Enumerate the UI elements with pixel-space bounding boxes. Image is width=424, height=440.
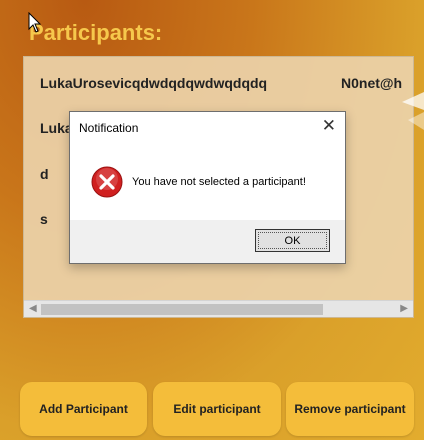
scrollbar-thumb[interactable]: [41, 304, 323, 315]
dialog-title: Notification: [79, 121, 139, 135]
participant-row-name[interactable]: d: [40, 166, 49, 182]
scroll-right-icon[interactable]: ▶: [400, 303, 408, 314]
ok-button[interactable]: OK: [255, 229, 330, 252]
remove-participant-button[interactable]: Remove participant: [286, 382, 414, 436]
light-glare-decoration: [402, 92, 424, 130]
dialog-footer: OK: [70, 220, 345, 263]
add-participant-button[interactable]: Add Participant: [20, 382, 147, 436]
close-icon[interactable]: ✕: [322, 117, 336, 134]
participant-row-name[interactable]: Luka: [40, 120, 73, 136]
horizontal-scrollbar[interactable]: ◀ ▶: [24, 300, 413, 317]
participant-row-name[interactable]: s: [40, 211, 48, 227]
error-icon: [91, 166, 123, 198]
mouse-pointer-icon: [28, 12, 42, 33]
participant-row-email[interactable]: N0net@h: [341, 75, 402, 91]
edit-participant-button[interactable]: Edit participant: [153, 382, 281, 436]
notification-dialog: Notification ✕ You have not selected a p…: [69, 111, 346, 264]
dialog-message: You have not selected a participant!: [132, 176, 306, 188]
scroll-left-icon[interactable]: ◀: [29, 303, 37, 314]
participant-row-name[interactable]: LukaUrosevicqdwdqdqwdwqdqdq: [40, 75, 267, 91]
page-title: Participants:: [29, 20, 163, 45]
